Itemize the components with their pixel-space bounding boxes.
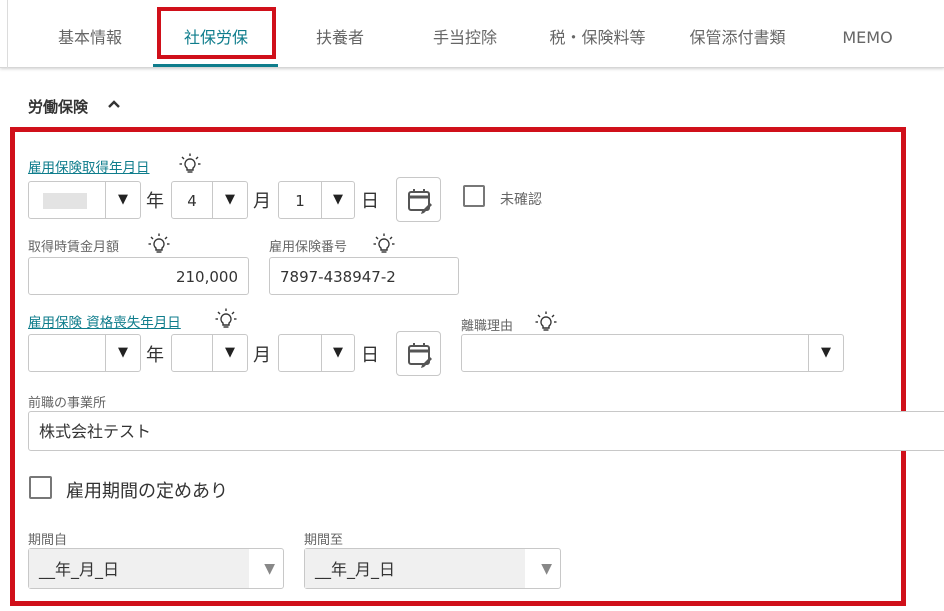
year-value-placeholder: [43, 193, 87, 209]
chevron-down-icon[interactable]: ▼: [213, 335, 247, 371]
tab-attachments[interactable]: 保管添付書類: [675, 0, 800, 68]
calendar-button[interactable]: [396, 331, 441, 376]
day-unit: 日: [361, 345, 379, 366]
period-to-select[interactable]: __年_月_日 ▼: [304, 548, 561, 589]
day-value: 1: [295, 192, 305, 210]
chevron-down-icon[interactable]: ▼: [106, 182, 140, 218]
previous-office-label: 前職の事業所: [28, 396, 107, 411]
insurance-number-input[interactable]: 7897-438947-2: [269, 257, 459, 295]
period-to-value: __年_月_日: [315, 560, 396, 579]
lightbulb-icon[interactable]: [215, 308, 237, 330]
lightbulb-icon[interactable]: [148, 233, 170, 255]
acquisition-month-select[interactable]: 4 ▼: [171, 181, 248, 219]
tab-dependents[interactable]: 扶養者: [295, 0, 385, 68]
previous-office-input[interactable]: 株式会社テスト: [28, 411, 944, 451]
chevron-down-icon[interactable]: ▼: [264, 549, 275, 590]
day-unit: 日: [361, 191, 379, 212]
calendar-edit-icon: [408, 189, 432, 214]
chevron-down-icon[interactable]: ▼: [809, 335, 843, 371]
wage-label: 取得時賃金月額: [28, 240, 120, 255]
calendar-button[interactable]: [396, 177, 441, 222]
insurance-number-label: 雇用保険番号: [269, 240, 348, 255]
wage-input[interactable]: 210,000: [28, 257, 249, 295]
acquisition-day-select[interactable]: 1 ▼: [278, 181, 355, 219]
chevron-down-icon[interactable]: ▼: [541, 549, 552, 590]
employment-period-checkbox[interactable]: [29, 476, 52, 499]
leave-reason-select[interactable]: ▼: [461, 334, 844, 372]
tab-bar: 基本情報 社保労保 扶養者 手当控除 税・保険料等 保管添付書類 MEMO: [0, 0, 944, 68]
loss-date-label[interactable]: 雇用保険 資格喪失年月日: [28, 311, 181, 331]
lightbulb-icon[interactable]: [373, 233, 395, 255]
leave-reason-value: [472, 335, 772, 371]
period-from-label: 期間自: [28, 533, 68, 548]
unconfirmed-checkbox[interactable]: [463, 185, 485, 207]
period-from-value: __年_月_日: [39, 560, 120, 579]
employment-period-label: 雇用期間の定めあり: [66, 481, 228, 502]
chevron-down-icon[interactable]: ▼: [213, 182, 247, 218]
leave-reason-label: 離職理由: [461, 319, 514, 334]
loss-month-select[interactable]: ▼: [171, 334, 248, 372]
acquisition-year-select[interactable]: ▼: [28, 181, 141, 219]
year-unit: 年: [146, 345, 164, 366]
tab-basic-info[interactable]: 基本情報: [40, 0, 140, 68]
tab-bar-edge: [7, 0, 8, 68]
loss-day-select[interactable]: ▼: [278, 334, 355, 372]
chevron-down-icon[interactable]: ▼: [106, 335, 140, 371]
chevron-down-icon[interactable]: ▼: [322, 182, 354, 218]
chevron-up-icon[interactable]: [106, 96, 122, 116]
month-value: 4: [187, 192, 197, 210]
period-from-select[interactable]: __年_月_日 ▼: [28, 548, 284, 589]
loss-year-select[interactable]: ▼: [28, 334, 141, 372]
tab-memo[interactable]: MEMO: [825, 0, 910, 68]
unconfirmed-label: 未確認: [500, 192, 542, 208]
tab-allowances[interactable]: 手当控除: [415, 0, 515, 68]
acquisition-date-label[interactable]: 雇用保険取得年月日: [28, 156, 150, 176]
lightbulb-icon[interactable]: [179, 153, 201, 175]
period-to-label: 期間至: [304, 533, 344, 548]
section-title: 労働保険: [28, 98, 89, 116]
chevron-down-icon[interactable]: ▼: [322, 335, 354, 371]
tab-tax-premiums[interactable]: 税・保険料等: [535, 0, 660, 68]
tab-highlight-box: [157, 7, 276, 59]
lightbulb-icon[interactable]: [535, 311, 557, 333]
month-unit: 月: [253, 345, 271, 366]
year-unit: 年: [146, 191, 164, 212]
active-tab-indicator: [153, 64, 278, 67]
calendar-edit-icon: [408, 343, 432, 368]
month-unit: 月: [253, 191, 271, 212]
